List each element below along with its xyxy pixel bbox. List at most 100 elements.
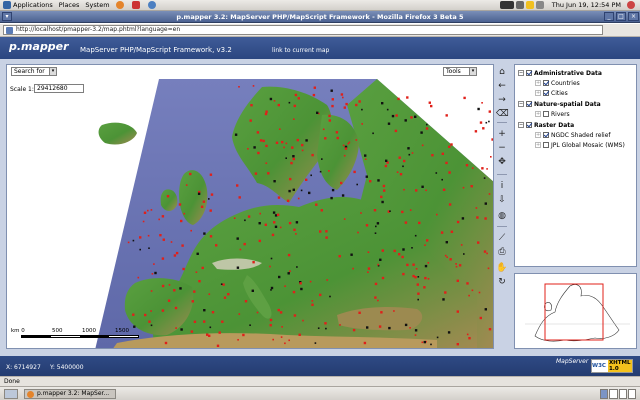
layer-item[interactable]: + Countries <box>535 79 580 87</box>
city-point <box>239 248 242 251</box>
collapse-icon[interactable]: − <box>518 101 524 107</box>
layer-group-checkbox[interactable] <box>526 70 532 76</box>
workspace-1[interactable] <box>600 389 609 399</box>
select-icon[interactable]: ⇩ <box>496 194 508 206</box>
city-point <box>421 144 424 147</box>
layer-checkbox[interactable] <box>543 111 549 117</box>
workspace-3[interactable] <box>618 389 627 399</box>
city-point <box>455 265 458 268</box>
city-point <box>456 279 459 282</box>
zoom-out-icon[interactable]: − <box>496 142 508 154</box>
pan-icon[interactable]: ✥ <box>496 156 508 168</box>
expand-icon[interactable]: + <box>535 142 541 148</box>
city-point <box>484 202 487 205</box>
tools-select[interactable]: Tools ▾ <box>443 67 477 76</box>
volume-icon[interactable] <box>535 1 544 9</box>
mail-launcher[interactable] <box>129 0 145 11</box>
city-point <box>404 221 408 224</box>
site-favicon-icon <box>6 27 13 34</box>
workspace-4[interactable] <box>627 389 636 399</box>
reference-map[interactable] <box>514 273 637 349</box>
layer-checkbox[interactable] <box>543 80 549 86</box>
reference-map-extent-box[interactable] <box>544 283 604 341</box>
taskbar-window-button[interactable]: p.mapper 3.2: MapSer... <box>24 389 116 399</box>
shutdown-button[interactable] <box>624 0 640 11</box>
expand-icon[interactable]: + <box>535 111 541 117</box>
network-icon[interactable] <box>515 1 524 9</box>
search-select[interactable]: Search for ▾ <box>11 67 57 76</box>
layer-item[interactable]: + NGDC Shaded relief <box>535 131 611 139</box>
url-field[interactable]: http://localhost/pmapper-3.2/map.phtml?l… <box>3 25 603 35</box>
city-point <box>331 98 334 101</box>
city-point <box>294 93 298 97</box>
firefox-launcher[interactable] <box>113 0 129 11</box>
warning-icon[interactable] <box>525 1 534 9</box>
expand-icon[interactable]: + <box>535 90 541 96</box>
clock[interactable]: Thu Jun 19, 12:54 PM <box>549 0 624 11</box>
zoom-in-icon[interactable]: + <box>496 128 508 140</box>
city-point <box>153 263 155 265</box>
city-point <box>154 271 157 275</box>
forward-icon[interactable]: → <box>496 94 508 106</box>
city-point <box>161 284 165 288</box>
reference-map-image[interactable] <box>515 274 637 349</box>
city-point <box>286 199 290 202</box>
layer-group-checkbox[interactable] <box>526 101 532 107</box>
scale-input[interactable]: 29412680 <box>34 84 84 93</box>
layer-item[interactable]: + Cities <box>535 89 568 97</box>
city-point <box>325 327 327 330</box>
city-point <box>256 131 260 134</box>
layer-item[interactable]: + Rivers <box>535 110 570 118</box>
city-point <box>200 205 204 208</box>
main-map[interactable] <box>7 65 494 349</box>
workspace-2[interactable] <box>609 389 618 399</box>
window-titlebar[interactable]: ▾ p.mapper 3.2: MapServer PHP/MapScript … <box>0 11 640 23</box>
clear-selection-icon[interactable]: ⌫ <box>496 108 509 120</box>
city-point <box>481 167 484 170</box>
layer-group[interactable]: − Raster Data <box>518 121 574 129</box>
system-menu[interactable]: System <box>82 0 112 11</box>
city-point <box>463 253 465 255</box>
help-launcher[interactable] <box>145 0 161 11</box>
back-icon[interactable]: ← <box>496 80 508 92</box>
link-to-current-map[interactable]: link to current map <box>272 47 329 54</box>
terminal-icon[interactable] <box>499 1 514 9</box>
mapserver-logo[interactable]: MapServer <box>556 358 588 374</box>
close-button[interactable]: × <box>628 12 639 21</box>
show-desktop-button[interactable] <box>4 389 18 399</box>
home-icon[interactable]: ⌂ <box>496 66 508 78</box>
maximize-button[interactable]: □ <box>616 12 626 21</box>
collapse-icon[interactable]: − <box>518 122 524 128</box>
expand-icon[interactable]: + <box>535 132 541 138</box>
identify-icon[interactable]: i <box>496 180 508 192</box>
city-point <box>372 132 374 135</box>
city-point <box>369 180 372 183</box>
workspace-switcher[interactable] <box>600 389 636 399</box>
expand-icon[interactable]: + <box>535 80 541 86</box>
collapse-icon[interactable]: − <box>518 70 524 76</box>
places-menu[interactable]: Places <box>56 0 83 11</box>
layer-item[interactable]: + JPL Global Mosaic (WMS) <box>535 141 625 149</box>
city-point <box>277 196 281 199</box>
city-point <box>393 249 396 253</box>
map-frame[interactable]: Search for ▾ Tools ▾ Scale 1: 29412680 k… <box>6 64 494 349</box>
measure-icon[interactable]: ⟋ <box>496 232 508 244</box>
city-point <box>479 316 482 320</box>
firefox-icon <box>115 1 124 9</box>
download-icon[interactable]: ✋ <box>496 262 508 274</box>
layer-checkbox[interactable] <box>543 132 549 138</box>
layer-group-checkbox[interactable] <box>526 122 532 128</box>
city-point <box>320 209 323 212</box>
layer-checkbox[interactable] <box>543 90 549 96</box>
window-menu-button[interactable]: ▾ <box>2 12 12 21</box>
layer-group[interactable]: − Nature-spatial Data <box>518 100 601 108</box>
print-icon[interactable]: ⎙ <box>496 246 508 258</box>
auto-identify-icon[interactable]: ◍ <box>496 210 508 222</box>
minimize-button[interactable]: _ <box>604 12 614 21</box>
city-point <box>236 237 239 240</box>
applications-menu[interactable]: Applications <box>0 0 56 11</box>
layer-group[interactable]: − Administrative Data <box>518 69 602 77</box>
layer-checkbox[interactable] <box>543 142 549 148</box>
refresh-icon[interactable]: ↻ <box>496 276 508 288</box>
w3c-xhtml-badge[interactable]: W3C XHTML 1.0 <box>591 359 633 373</box>
